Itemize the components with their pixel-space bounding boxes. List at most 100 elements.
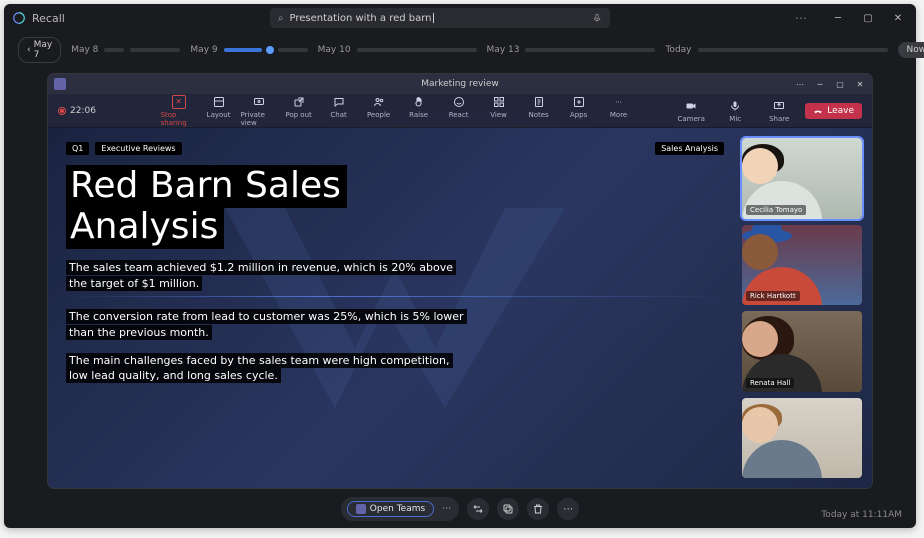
maximize-button[interactable]: ▢ — [858, 8, 878, 28]
search-query-text: Presentation with a red barn — [290, 13, 592, 24]
mic-button[interactable]: Mic — [717, 99, 753, 123]
popout-button[interactable]: Pop out — [281, 95, 317, 127]
mic-icon — [728, 99, 742, 113]
snapshot-card: Marketing review ⋯ ─ ▢ ✕ 22:06 ✕Stop sha… — [4, 68, 916, 528]
more-icon[interactable]: ⋯ — [795, 11, 808, 25]
leave-button[interactable]: Leave — [805, 103, 862, 119]
timeline[interactable]: ‹May 7 May 8 May 9 May 10 May 13 Today N… — [4, 32, 916, 68]
hangup-icon — [813, 106, 823, 116]
chat-button[interactable]: Chat — [321, 95, 357, 127]
camera-button[interactable]: Camera — [673, 99, 709, 123]
search-icon: ⌕ — [278, 13, 284, 24]
timeline-playhead[interactable] — [266, 46, 274, 54]
slide-paragraph: The conversion rate from lead to custome… — [66, 309, 466, 341]
participant-tile[interactable] — [742, 398, 862, 479]
microphone-icon[interactable] — [592, 13, 602, 23]
app-name: Recall — [32, 12, 65, 25]
chevron-left-icon: ‹ — [27, 45, 31, 55]
teams-toolbar: 22:06 ✕Stop sharing Layout Private view … — [48, 94, 872, 128]
raise-hand-button[interactable]: Raise — [401, 95, 437, 127]
people-button[interactable]: People — [361, 95, 397, 127]
participant-name: Cecilia Tomayo — [746, 205, 806, 215]
slide-paragraph: The sales team achieved $1.2 million in … — [66, 260, 466, 292]
notes-icon — [532, 95, 546, 109]
timeline-label: Today — [665, 45, 691, 55]
react-button[interactable]: React — [441, 95, 477, 127]
copy-button[interactable] — [497, 498, 519, 520]
participant-name: Rick Hartkott — [746, 291, 800, 301]
participant-column: Cecilia Tomayo Rick Hartkott Renata Hall — [742, 128, 872, 488]
snapshot-timestamp: Today at 11:11AM — [821, 510, 902, 520]
participant-tile[interactable]: Rick Hartkott — [742, 225, 862, 306]
timeline-segment[interactable] — [130, 48, 180, 52]
teams-close-button[interactable]: ✕ — [852, 77, 868, 91]
camera-icon — [684, 99, 698, 113]
meeting-timer: 22:06 — [70, 106, 96, 116]
shared-slide: Q1 Executive Reviews Sales Analysis Red … — [48, 128, 742, 488]
hand-icon — [412, 95, 426, 109]
teams-body: Q1 Executive Reviews Sales Analysis Red … — [48, 128, 872, 488]
teams-minimize-button[interactable]: ─ — [812, 77, 828, 91]
layout-icon — [212, 95, 226, 109]
emoji-icon — [452, 95, 466, 109]
slide-tag-quarter: Q1 — [66, 142, 89, 155]
teams-maximize-button[interactable]: ▢ — [832, 77, 848, 91]
grid-icon — [492, 95, 506, 109]
recall-app-window: Recall ⌕ Presentation with a red barn ⋯ … — [4, 4, 916, 528]
timeline-segment-active[interactable] — [224, 48, 262, 52]
teams-window: Marketing review ⋯ ─ ▢ ✕ 22:06 ✕Stop sha… — [48, 74, 872, 488]
bottom-action-bar: Open Teams ⋯ ⋯ — [4, 496, 916, 522]
timeline-segment[interactable] — [357, 48, 477, 52]
teams-logo-icon — [54, 78, 66, 90]
popout-icon — [292, 95, 306, 109]
timeline-now-button[interactable]: Now — [898, 42, 924, 58]
people-icon — [372, 95, 386, 109]
share-icon — [772, 99, 786, 113]
timeline-label: May 9 — [190, 45, 217, 55]
slide-tag-topic: Sales Analysis — [655, 142, 724, 155]
teams-more-icon[interactable]: ⋯ — [792, 77, 808, 91]
more-actions-button[interactable]: ⋯ — [557, 498, 579, 520]
timeline-label: May 8 — [71, 45, 98, 55]
participant-tile[interactable]: Cecilia Tomayo — [742, 138, 862, 219]
open-more-button[interactable]: ⋯ — [440, 504, 453, 514]
view-button[interactable]: View — [481, 95, 517, 127]
stop-icon: ✕ — [172, 95, 186, 109]
timeline-label: May 10 — [318, 45, 351, 55]
meeting-title: Marketing review — [421, 79, 498, 89]
timeline-segment[interactable] — [278, 48, 308, 52]
timeline-segment[interactable] — [104, 48, 124, 52]
delete-button[interactable] — [527, 498, 549, 520]
recall-logo-icon — [12, 11, 26, 25]
recording-indicator: 22:06 — [58, 106, 96, 116]
search-input[interactable]: ⌕ Presentation with a red barn — [270, 8, 610, 28]
slide-tag-section: Executive Reviews — [95, 142, 181, 155]
share-button[interactable]: Share — [761, 99, 797, 123]
close-button[interactable]: ✕ — [888, 8, 908, 28]
teams-titlebar: Marketing review ⋯ ─ ▢ ✕ — [48, 74, 872, 94]
participant-tile[interactable]: Renata Hall — [742, 311, 862, 392]
stop-sharing-button[interactable]: ✕Stop sharing — [161, 95, 197, 127]
titlebar: Recall ⌕ Presentation with a red barn ⋯ … — [4, 4, 916, 32]
timeline-segment[interactable] — [525, 48, 655, 52]
slide-divider — [66, 296, 724, 297]
slide-paragraph: The main challenges faced by the sales t… — [66, 353, 466, 385]
apps-button[interactable]: Apps — [561, 95, 597, 127]
layout-button[interactable]: Layout — [201, 95, 237, 127]
teams-icon — [356, 504, 366, 514]
more-button[interactable]: ⋯More — [601, 95, 637, 127]
timeline-back-button[interactable]: ‹May 7 — [18, 37, 61, 63]
timeline-label: May 13 — [487, 45, 520, 55]
plus-icon — [572, 95, 586, 109]
open-teams-button[interactable]: Open Teams — [347, 501, 434, 517]
minimize-button[interactable]: ─ — [828, 8, 848, 28]
notes-button[interactable]: Notes — [521, 95, 557, 127]
ellipsis-icon: ⋯ — [612, 95, 626, 109]
participant-name: Renata Hall — [746, 378, 794, 388]
timeline-segment[interactable] — [698, 48, 888, 52]
record-icon — [58, 107, 66, 115]
slide-title: Red Barn SalesAnalysis — [66, 165, 724, 248]
private-view-button[interactable]: Private view — [241, 95, 277, 127]
related-button[interactable] — [467, 498, 489, 520]
open-app-pill: Open Teams ⋯ — [341, 497, 459, 521]
